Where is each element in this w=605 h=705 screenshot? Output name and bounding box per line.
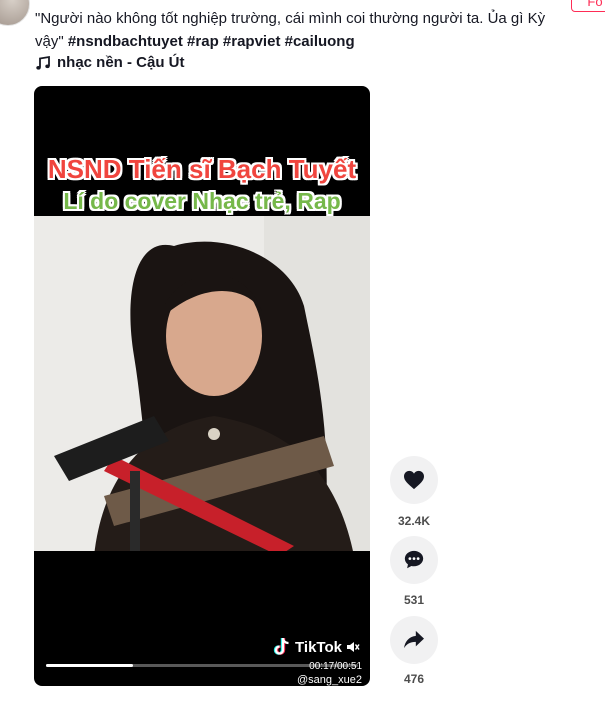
avatar[interactable]: [0, 0, 30, 26]
hashtag-link[interactable]: #nsndbachtuyet: [68, 33, 183, 50]
share-count: 476: [403, 672, 425, 686]
video-time: 00:17/00:51: [309, 661, 362, 672]
heart-icon: [404, 470, 424, 490]
follow-button[interactable]: Fo: [571, 0, 605, 12]
comment-button[interactable]: [390, 536, 438, 584]
video-username: @sang_xue2: [297, 674, 362, 686]
hashtag-link[interactable]: #cailuong: [285, 33, 355, 50]
video-player[interactable]: NSND Tiến sĩ Bạch Tuyết Lí do cover Nhạc…: [34, 86, 370, 686]
like-button[interactable]: [390, 456, 438, 504]
comment-count: 531: [403, 593, 425, 607]
video-still-image: [34, 216, 370, 556]
share-button[interactable]: [390, 616, 438, 664]
watermark-text: TikTok: [295, 638, 342, 656]
music-label: nhạc nền - Cậu Út: [57, 54, 185, 71]
share-arrow-icon: [404, 630, 424, 649]
progress-fill: [46, 664, 134, 667]
hashtag-link[interactable]: #rap: [187, 33, 219, 50]
post-caption: "Người nào không tốt nghiệp trường, cái …: [35, 7, 575, 53]
video-title-line2: Lí do cover Nhạc trẻ, Rap: [63, 188, 341, 214]
hashtag-link[interactable]: #rapviet: [223, 33, 281, 50]
video-title-line1: NSND Tiến sĩ Bạch Tuyết: [47, 154, 357, 184]
music-link[interactable]: nhạc nền - Cậu Út: [35, 54, 185, 71]
music-note-icon: [36, 55, 50, 70]
tiktok-logo-icon: [273, 637, 289, 655]
tiktok-watermark: TikTok: [273, 637, 360, 657]
mute-icon[interactable]: [346, 640, 360, 654]
video-frame: [34, 216, 370, 556]
comment-icon: [404, 550, 424, 569]
like-count: 32.4K: [397, 514, 431, 528]
